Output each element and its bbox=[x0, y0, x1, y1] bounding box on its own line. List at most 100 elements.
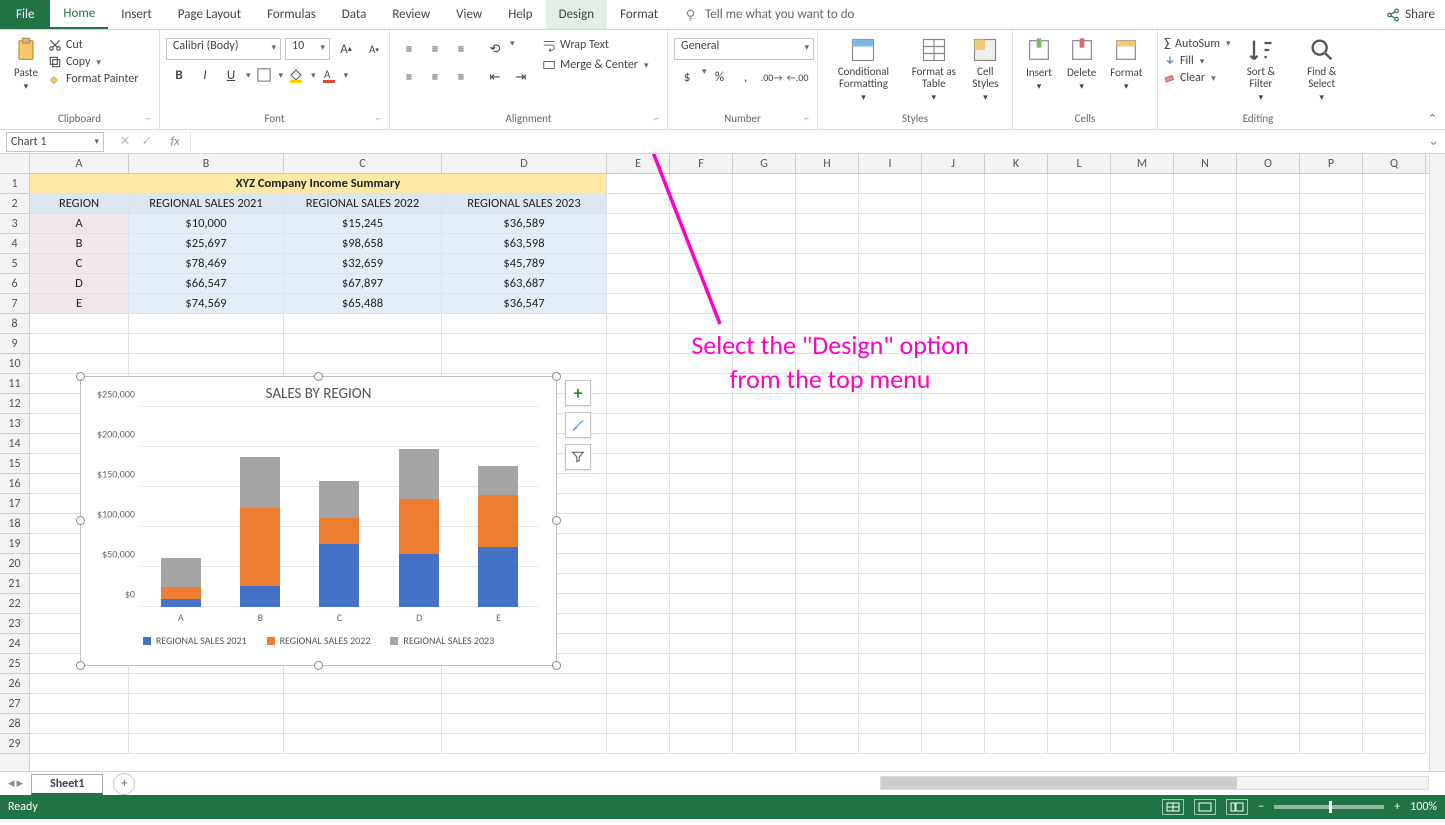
cell[interactable] bbox=[859, 694, 922, 714]
cell[interactable] bbox=[1363, 594, 1426, 614]
cell[interactable] bbox=[670, 574, 733, 594]
sheet-tab[interactable]: Sheet1 bbox=[31, 774, 103, 795]
cell[interactable] bbox=[1111, 434, 1174, 454]
cell[interactable] bbox=[985, 654, 1048, 674]
cell[interactable] bbox=[733, 174, 796, 194]
cell[interactable] bbox=[284, 734, 442, 754]
cell[interactable] bbox=[30, 714, 129, 734]
cell[interactable] bbox=[1300, 694, 1363, 714]
zoom-level[interactable]: 100% bbox=[1410, 800, 1437, 814]
cell[interactable] bbox=[442, 354, 607, 374]
cell[interactable]: $45,789 bbox=[442, 254, 607, 274]
cell[interactable] bbox=[922, 294, 985, 314]
cell[interactable] bbox=[607, 454, 670, 474]
fx-icon[interactable]: fx bbox=[166, 135, 184, 149]
cell[interactable] bbox=[129, 334, 284, 354]
cell[interactable] bbox=[1111, 474, 1174, 494]
column-header[interactable]: H bbox=[796, 154, 859, 173]
cell[interactable] bbox=[1363, 274, 1426, 294]
legend-item[interactable]: REGIONAL SALES 2021 bbox=[143, 634, 247, 647]
cell[interactable] bbox=[1174, 714, 1237, 734]
cell[interactable] bbox=[1111, 494, 1174, 514]
cell[interactable] bbox=[30, 694, 129, 714]
border-button[interactable] bbox=[251, 64, 277, 86]
cell[interactable]: D bbox=[30, 274, 129, 294]
cell[interactable] bbox=[1174, 174, 1237, 194]
cell[interactable] bbox=[30, 334, 129, 354]
cell[interactable]: $66,547 bbox=[129, 274, 284, 294]
cell[interactable] bbox=[1363, 194, 1426, 214]
cell[interactable]: $74,569 bbox=[129, 294, 284, 314]
cell[interactable] bbox=[284, 354, 442, 374]
row-header[interactable]: 21 bbox=[0, 574, 29, 594]
cell[interactable] bbox=[1363, 354, 1426, 374]
cell[interactable] bbox=[733, 274, 796, 294]
cell[interactable] bbox=[922, 694, 985, 714]
cell[interactable] bbox=[733, 454, 796, 474]
cell[interactable] bbox=[1237, 334, 1300, 354]
cell[interactable] bbox=[922, 594, 985, 614]
orientation-icon[interactable]: ⟲ bbox=[482, 38, 508, 60]
cell[interactable] bbox=[670, 394, 733, 414]
increase-decimal-icon[interactable]: .00→ bbox=[759, 66, 785, 88]
cell[interactable] bbox=[1237, 194, 1300, 214]
cell[interactable] bbox=[607, 414, 670, 434]
cell[interactable] bbox=[796, 474, 859, 494]
add-sheet-button[interactable]: + bbox=[113, 773, 135, 795]
cell[interactable] bbox=[1111, 174, 1174, 194]
cell[interactable] bbox=[985, 634, 1048, 654]
cell[interactable] bbox=[1300, 334, 1363, 354]
cell[interactable] bbox=[1174, 654, 1237, 674]
cell[interactable] bbox=[1111, 314, 1174, 334]
cell[interactable] bbox=[985, 274, 1048, 294]
cell[interactable] bbox=[1174, 474, 1237, 494]
cell[interactable] bbox=[1300, 494, 1363, 514]
cell[interactable] bbox=[1174, 674, 1237, 694]
cell[interactable] bbox=[1300, 574, 1363, 594]
format-as-table-button[interactable]: Format as Table▾ bbox=[905, 34, 963, 105]
cell[interactable] bbox=[1111, 514, 1174, 534]
cell[interactable] bbox=[733, 634, 796, 654]
cell[interactable] bbox=[1111, 254, 1174, 274]
cell[interactable] bbox=[859, 714, 922, 734]
cell[interactable] bbox=[859, 294, 922, 314]
font-size-select[interactable]: 10 bbox=[285, 38, 330, 60]
menu-tab-page-layout[interactable]: Page Layout bbox=[165, 0, 254, 29]
zoom-out-button[interactable]: − bbox=[1258, 800, 1264, 814]
cell[interactable] bbox=[1363, 454, 1426, 474]
cell[interactable] bbox=[1174, 194, 1237, 214]
cell[interactable] bbox=[796, 734, 859, 754]
cell[interactable] bbox=[1237, 254, 1300, 274]
cell[interactable] bbox=[607, 714, 670, 734]
cell[interactable] bbox=[129, 694, 284, 714]
cell[interactable] bbox=[442, 314, 607, 334]
cell[interactable] bbox=[985, 554, 1048, 574]
cell[interactable] bbox=[670, 274, 733, 294]
cell[interactable] bbox=[670, 674, 733, 694]
cell[interactable] bbox=[985, 254, 1048, 274]
cell[interactable] bbox=[1048, 734, 1111, 754]
delete-cells-button[interactable]: Delete▾ bbox=[1061, 34, 1102, 94]
cell[interactable] bbox=[1300, 294, 1363, 314]
cell[interactable] bbox=[670, 654, 733, 674]
cell[interactable] bbox=[733, 254, 796, 274]
cell[interactable] bbox=[1174, 234, 1237, 254]
cell[interactable] bbox=[1237, 594, 1300, 614]
menu-tab-home[interactable]: Home bbox=[50, 0, 108, 29]
merge-center-button[interactable]: Merge & Center▾ bbox=[542, 58, 649, 72]
chart-title[interactable]: SALES BY REGION bbox=[81, 377, 556, 407]
row-header[interactable]: 8 bbox=[0, 314, 29, 334]
cell[interactable] bbox=[985, 594, 1048, 614]
cell[interactable] bbox=[859, 574, 922, 594]
column-header[interactable]: O bbox=[1237, 154, 1300, 173]
cell[interactable] bbox=[1048, 294, 1111, 314]
column-header[interactable]: A bbox=[30, 154, 129, 173]
cell[interactable] bbox=[733, 434, 796, 454]
bar-group[interactable] bbox=[240, 407, 280, 607]
menu-tab-design[interactable]: Design bbox=[546, 0, 607, 29]
cell[interactable] bbox=[1174, 634, 1237, 654]
cell[interactable] bbox=[284, 694, 442, 714]
cell[interactable] bbox=[922, 734, 985, 754]
cell[interactable] bbox=[1237, 514, 1300, 534]
cell[interactable] bbox=[607, 434, 670, 454]
